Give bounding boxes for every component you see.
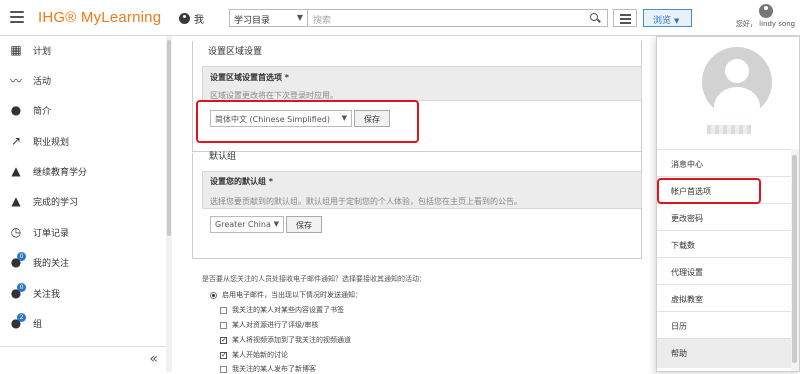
sidebar-item-label: 继续教育学分 bbox=[33, 167, 88, 178]
email-notify-radio[interactable]: 启用电子邮件，当出现以下情况时发送通知： bbox=[210, 290, 362, 300]
sidebar-item-following[interactable]: ● 0 我的关注 bbox=[0, 250, 165, 274]
catalog-select-value: 学习目录 bbox=[234, 16, 271, 26]
sidebar-item-credits[interactable]: ▲ 继续教育学分 bbox=[0, 159, 165, 183]
sidebar-item-label: 职业规划 bbox=[33, 137, 70, 148]
scrollbar-thumb[interactable] bbox=[167, 40, 171, 236]
count-badge: 2 bbox=[17, 313, 26, 322]
avatar bbox=[702, 47, 772, 117]
checkbox[interactable] bbox=[220, 306, 227, 314]
browse-label: 浏览 bbox=[653, 16, 672, 26]
highlight-annotation bbox=[196, 100, 419, 143]
graduation-cap-icon: ▲ bbox=[11, 164, 21, 178]
graduation-check-icon: ▲ bbox=[11, 194, 21, 208]
browse-button[interactable]: 浏览 ▼ bbox=[643, 9, 692, 27]
radio-label: 启用电子邮件，当出现以下情况时发送通知： bbox=[222, 291, 362, 299]
sidebar-item-orders[interactable]: ◷ 订单记录 bbox=[0, 220, 165, 244]
sidebar-item-plan[interactable]: ▦ 计划 bbox=[0, 38, 165, 62]
default-group-title: 默认组 bbox=[209, 152, 237, 162]
menu-item-help[interactable]: 帮助 bbox=[657, 338, 791, 368]
option-label: 我关注的某人发布了新博客 bbox=[232, 365, 316, 373]
menu-item-calendar[interactable]: 日历 bbox=[657, 311, 791, 338]
sidebar-item-career[interactable]: ↗ 职业规划 bbox=[0, 129, 165, 153]
hamburger-menu-icon[interactable] bbox=[10, 11, 24, 23]
notify-option[interactable]: 我关注的某人对某些内容设置了书签 bbox=[220, 305, 344, 315]
me-menu[interactable]: 我 bbox=[179, 11, 204, 26]
group-note: 选择您要贡献到的默认组。默认组用于定制您的个人体验，包括您在主页上看到的公告。 bbox=[210, 197, 522, 206]
sidebar-item-activity[interactable]: 〰 活动 bbox=[0, 68, 165, 92]
sidebar-item-label: 计划 bbox=[33, 46, 52, 57]
avatar-icon bbox=[758, 4, 773, 18]
search-icon[interactable] bbox=[590, 13, 598, 21]
menu-item-virtual-classroom[interactable]: 虚拟教室 bbox=[657, 284, 791, 311]
notify-option[interactable]: 某人将视频添加到了我关注的视频通道 bbox=[220, 335, 351, 345]
option-label: 我关注的某人对某些内容设置了书签 bbox=[232, 306, 344, 314]
group-select[interactable]: Greater China ▼ bbox=[210, 216, 284, 233]
count-badge: 0 bbox=[17, 252, 26, 261]
sidebar-footer: « bbox=[0, 346, 166, 372]
count-badge: 0 bbox=[17, 283, 26, 292]
group-heading: 设置您的默认组 * bbox=[210, 177, 273, 186]
chevron-down-icon: ▼ bbox=[273, 220, 279, 228]
sidebar-item-label: 简介 bbox=[33, 106, 52, 117]
followers-icon: ● 0 bbox=[9, 283, 26, 300]
menu-item-message-center[interactable]: 消息中心 bbox=[657, 149, 791, 176]
notification-question: 是否要从您关注的人员处接收电子邮件通知？选择要接收其通知的活动： bbox=[202, 275, 426, 283]
group-icon: ● 2 bbox=[9, 313, 26, 330]
highlight-annotation bbox=[657, 178, 761, 204]
sidebar-item-followers[interactable]: ● 0 关注我 bbox=[0, 281, 165, 305]
checkbox[interactable] bbox=[220, 365, 227, 373]
checkbox-checked[interactable] bbox=[220, 351, 227, 359]
collapse-sidebar-icon[interactable]: « bbox=[149, 351, 158, 367]
notify-option[interactable]: 某人对资源进行了评级/审核 bbox=[220, 320, 318, 330]
me-label: 我 bbox=[194, 15, 204, 26]
activity-line-icon: 〰 bbox=[9, 73, 22, 88]
account-greeting: 您好， lindy song bbox=[735, 20, 796, 28]
sidebar-item-label: 订单记录 bbox=[33, 228, 70, 239]
checkbox[interactable] bbox=[220, 321, 227, 329]
save-group-button[interactable]: 保存 bbox=[286, 216, 322, 233]
top-bar: IHG® MyLearning 我 学习目录 ▼ 搜索 浏览 ▼ 您好， lind… bbox=[0, 0, 800, 36]
menu-item-proxy-settings[interactable]: 代理设置 bbox=[657, 257, 791, 284]
sidebar-item-label: 组 bbox=[33, 319, 43, 330]
menu-item-change-password[interactable]: 更改密码 bbox=[657, 203, 791, 230]
region-settings-title: 设置区域设置 bbox=[205, 44, 266, 57]
history-icon: ◷ bbox=[10, 225, 22, 239]
option-label: 某人开始新的讨论 bbox=[232, 351, 288, 359]
notify-option[interactable]: 某人开始新的讨论 bbox=[220, 350, 288, 360]
chevron-down-icon: ▼ bbox=[296, 13, 303, 22]
sidebar-item-label: 完成的学习 bbox=[33, 197, 79, 208]
catalog-select[interactable]: 学习目录 ▼ bbox=[229, 9, 308, 27]
search-input[interactable]: 搜索 bbox=[308, 9, 608, 27]
checkbox-checked[interactable] bbox=[220, 336, 227, 344]
profile-icon: ● bbox=[10, 103, 22, 117]
chevron-down-icon: ▼ bbox=[674, 17, 680, 25]
scrollbar-thumb[interactable] bbox=[792, 155, 797, 363]
account-menu-toggle[interactable]: 您好， lindy song bbox=[731, 1, 800, 35]
account-dropdown: 消息中心 帐户首选项 更改密码 下载数 代理设置 虚拟教室 日历 帮助 bbox=[656, 36, 800, 372]
dashboard-icon: ▦ bbox=[10, 43, 22, 57]
sidebar-item-label: 关注我 bbox=[33, 289, 61, 300]
app-logo[interactable]: IHG® MyLearning bbox=[38, 9, 161, 26]
blurred-username bbox=[707, 125, 751, 134]
group-select-value: Greater China bbox=[215, 220, 271, 229]
dropdown-scrollbar[interactable] bbox=[791, 149, 799, 371]
sidebar-item-groups[interactable]: ● 2 组 bbox=[0, 311, 165, 335]
sidebar-item-profile[interactable]: ● 简介 bbox=[0, 98, 165, 122]
sidebar-item-label: 我的关注 bbox=[33, 258, 70, 269]
sidebar-item-label: 活动 bbox=[33, 76, 52, 87]
notify-option[interactable]: 我关注的某人发布了新博客 bbox=[220, 364, 316, 374]
sidebar: ▦ 计划 〰 活动 ● 简介 ↗ 职业规划 ▲ 继续教育学分 ▲ 完成的学习 ◷… bbox=[0, 36, 172, 372]
career-trend-icon: ↗ bbox=[10, 134, 22, 148]
region-heading: 设置区域设置首选项 * bbox=[210, 73, 289, 82]
filter-button[interactable] bbox=[613, 9, 637, 27]
sidebar-item-completed[interactable]: ▲ 完成的学习 bbox=[0, 189, 165, 213]
user-circle-icon bbox=[179, 13, 190, 24]
menu-item-downloads[interactable]: 下载数 bbox=[657, 230, 791, 257]
option-label: 某人对资源进行了评级/审核 bbox=[232, 321, 319, 329]
radio-icon[interactable] bbox=[210, 291, 217, 299]
option-label: 某人将视频添加到了我关注的视频通道 bbox=[232, 336, 351, 344]
following-icon: ● 0 bbox=[9, 252, 26, 269]
